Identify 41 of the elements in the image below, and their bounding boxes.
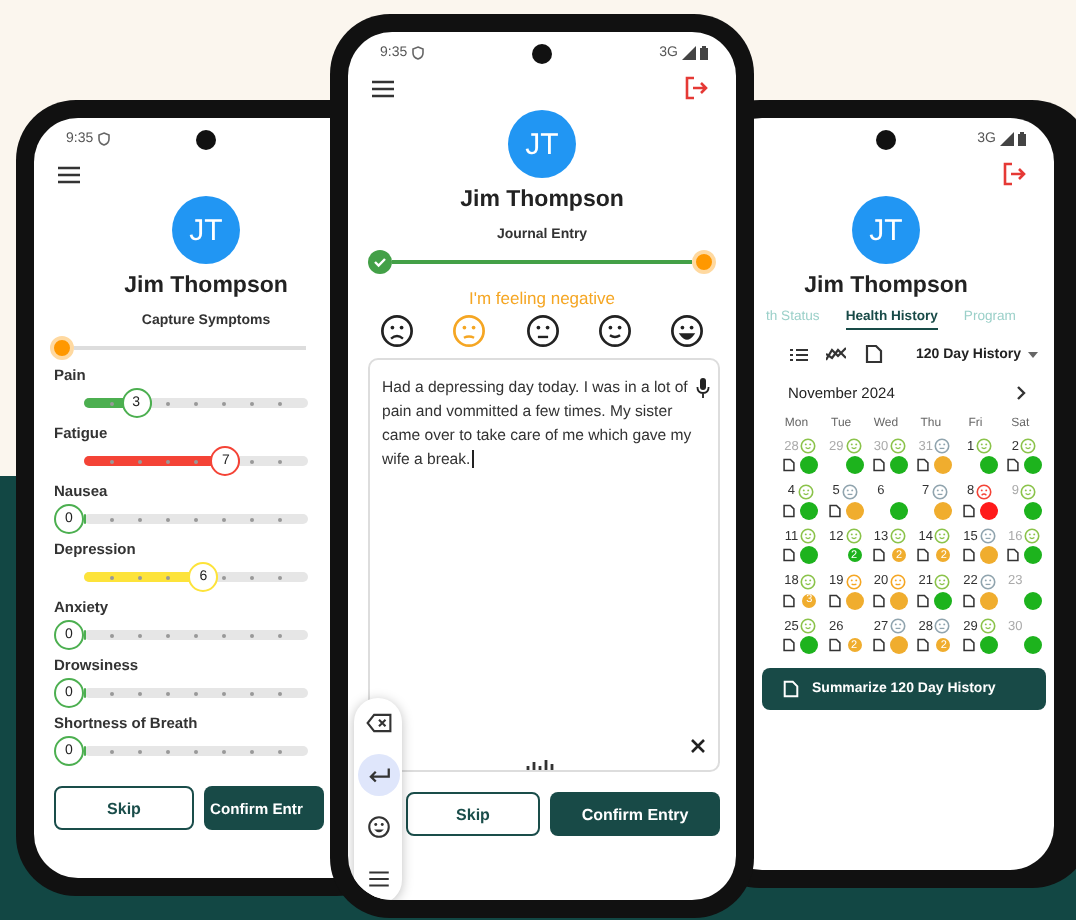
camera-dot [876,130,896,150]
skip-button[interactable]: Skip [406,792,540,836]
audio-wave-drawing [526,758,554,770]
caret-icon [1027,351,1038,357]
microphone-icon[interactable] [696,378,710,398]
user-name: Jim Thompson [124,274,288,298]
menu-icon [365,865,391,892]
shield-icon [411,45,424,59]
check-icon [368,250,392,274]
mood-face-icon[interactable] [380,314,414,348]
mood-face-icon[interactable] [670,314,704,348]
menu-icon[interactable] [58,165,80,183]
feeling-label: I'm feeling negative [469,288,615,308]
signal-icon [682,45,696,59]
confirm-entry-button[interactable]: Confirm Entry [550,792,720,836]
smiley-icon [365,813,391,840]
camera-dot [532,44,552,64]
document-icon [782,679,800,697]
avatar: JT [508,110,576,178]
mood-face-icon[interactable] [525,314,559,348]
list-icon[interactable] [790,347,808,361]
logout-icon[interactable] [684,76,708,100]
battery-icon [1018,131,1026,145]
camera-dot [196,130,216,150]
skip-button[interactable]: Skip [54,786,194,830]
line-chart-icon[interactable] [826,346,846,362]
logout-icon[interactable] [1002,162,1026,186]
user-name: Jim Thompson [460,188,624,212]
menu-icon[interactable] [372,79,394,97]
shield-icon [97,131,110,145]
avatar: JT [852,196,920,264]
mood-face-icon[interactable] [597,314,632,348]
enter-key[interactable] [357,754,399,797]
user-name: Jim Thompson [804,274,968,298]
battery-icon [700,45,708,59]
chevron-right-icon[interactable] [1016,386,1026,400]
backspace-icon [365,710,391,737]
document-icon [864,344,884,364]
avatar: JT [172,196,240,264]
close-icon[interactable] [690,738,706,754]
signal-icon [1000,131,1014,145]
